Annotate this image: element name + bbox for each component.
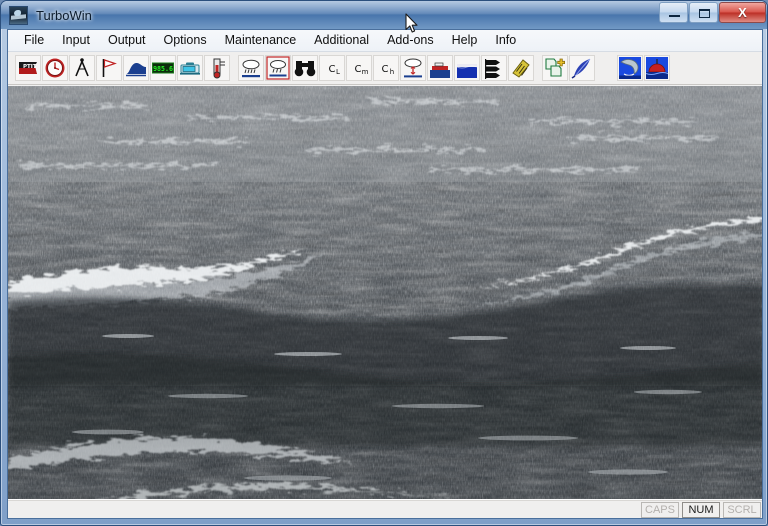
sea-surface-icon[interactable] <box>454 55 480 81</box>
close-icon: X <box>738 5 747 20</box>
menu-item-maintenance[interactable]: Maintenance <box>216 31 306 50</box>
menu-item-output[interactable]: Output <box>99 31 155 50</box>
sea-state-photograph: CAPS NUM SCRL <box>8 86 762 518</box>
wind-flag-icon[interactable] <box>96 55 122 81</box>
window-controls: X <box>658 2 766 23</box>
barometer-value: 985.6 <box>153 65 173 73</box>
toolbar-separator <box>535 55 542 81</box>
status-message-pane <box>8 502 638 518</box>
barometer-led-icon[interactable]: 985.6 <box>150 55 176 81</box>
dolphin-icon[interactable] <box>617 55 643 81</box>
new-document-icon[interactable] <box>542 55 568 81</box>
dividers-icon[interactable] <box>69 55 95 81</box>
quill-pen-icon[interactable] <box>569 55 595 81</box>
status-pane-scrl: SCRL <box>723 502 761 518</box>
maximize-icon <box>699 9 710 18</box>
toolbar: PTIT 985.6 C L C m C h <box>8 52 762 85</box>
sea-swell-icon[interactable] <box>427 55 453 81</box>
ptit-flag-icon[interactable]: PTIT <box>15 55 41 81</box>
window-title: TurboWin <box>36 7 92 23</box>
ice-thickness-icon[interactable] <box>508 55 534 81</box>
client-area: File Input Output Options Maintenance Ad… <box>7 29 763 519</box>
status-pane-num: NUM <box>682 502 720 518</box>
present-weather-icon[interactable] <box>238 55 264 81</box>
toolbar-separator <box>596 55 603 81</box>
menu-item-input[interactable]: Input <box>53 31 99 50</box>
minimize-icon <box>669 15 680 17</box>
menu-item-info[interactable]: Info <box>486 31 525 50</box>
toolbar-separator <box>231 55 238 81</box>
menu-item-file[interactable]: File <box>15 31 53 50</box>
cloud-high-icon[interactable]: C h <box>373 55 399 81</box>
statusbar: CAPS NUM SCRL <box>8 499 762 518</box>
svg-text:C: C <box>382 64 389 75</box>
binoculars-icon[interactable] <box>292 55 318 81</box>
menu-item-options[interactable]: Options <box>155 31 216 50</box>
cloud-medium-icon[interactable]: C m <box>346 55 372 81</box>
sea-state-image <box>8 86 762 518</box>
ice-accretion-icon[interactable] <box>481 55 507 81</box>
thermometer-icon[interactable] <box>204 55 230 81</box>
turbowin-sea-icon <box>9 5 28 25</box>
svg-text:h: h <box>390 68 394 76</box>
svg-text:L: L <box>336 68 340 76</box>
menu-item-help[interactable]: Help <box>443 31 487 50</box>
cloud-low-icon[interactable]: C L <box>319 55 345 81</box>
cloud-base-icon[interactable] <box>400 55 426 81</box>
menu-item-add-ons[interactable]: Add-ons <box>378 31 443 50</box>
app-window: TurboWin X File Input Output Options Mai… <box>0 0 768 526</box>
menubar: File Input Output Options Maintenance Ad… <box>8 30 762 52</box>
minimize-button[interactable] <box>659 2 688 23</box>
barograph-icon[interactable] <box>177 55 203 81</box>
status-pane-caps: CAPS <box>641 502 679 518</box>
clock-icon[interactable] <box>42 55 68 81</box>
maximize-button[interactable] <box>689 2 718 23</box>
toolbar-separator <box>610 55 617 81</box>
menu-item-additional[interactable]: Additional <box>305 31 378 50</box>
wave-icon[interactable] <box>123 55 149 81</box>
svg-text:C: C <box>329 64 336 75</box>
past-weather-icon[interactable] <box>265 55 291 81</box>
buoy-icon[interactable] <box>644 55 670 81</box>
svg-text:PTIT: PTIT <box>23 64 37 70</box>
close-button[interactable]: X <box>719 2 766 23</box>
titlebar[interactable]: TurboWin X <box>1 1 767 29</box>
svg-text:C: C <box>355 64 362 75</box>
toolbar-separator <box>603 55 610 81</box>
titlebar-left: TurboWin <box>9 4 92 26</box>
svg-text:m: m <box>362 68 369 76</box>
